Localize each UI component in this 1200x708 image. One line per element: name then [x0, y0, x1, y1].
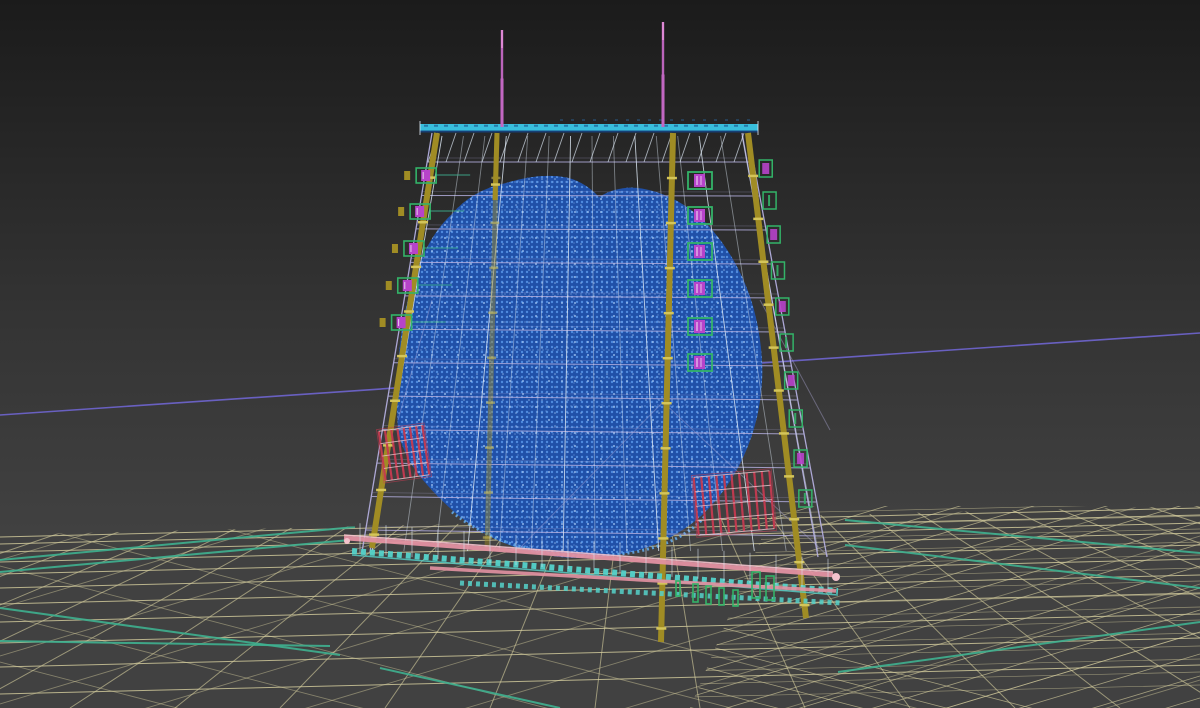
pink-endcap — [832, 573, 840, 581]
viewport-3d[interactable] — [0, 0, 1200, 708]
pink-endcap — [344, 538, 350, 544]
viewport-canvas[interactable] — [0, 0, 1200, 708]
